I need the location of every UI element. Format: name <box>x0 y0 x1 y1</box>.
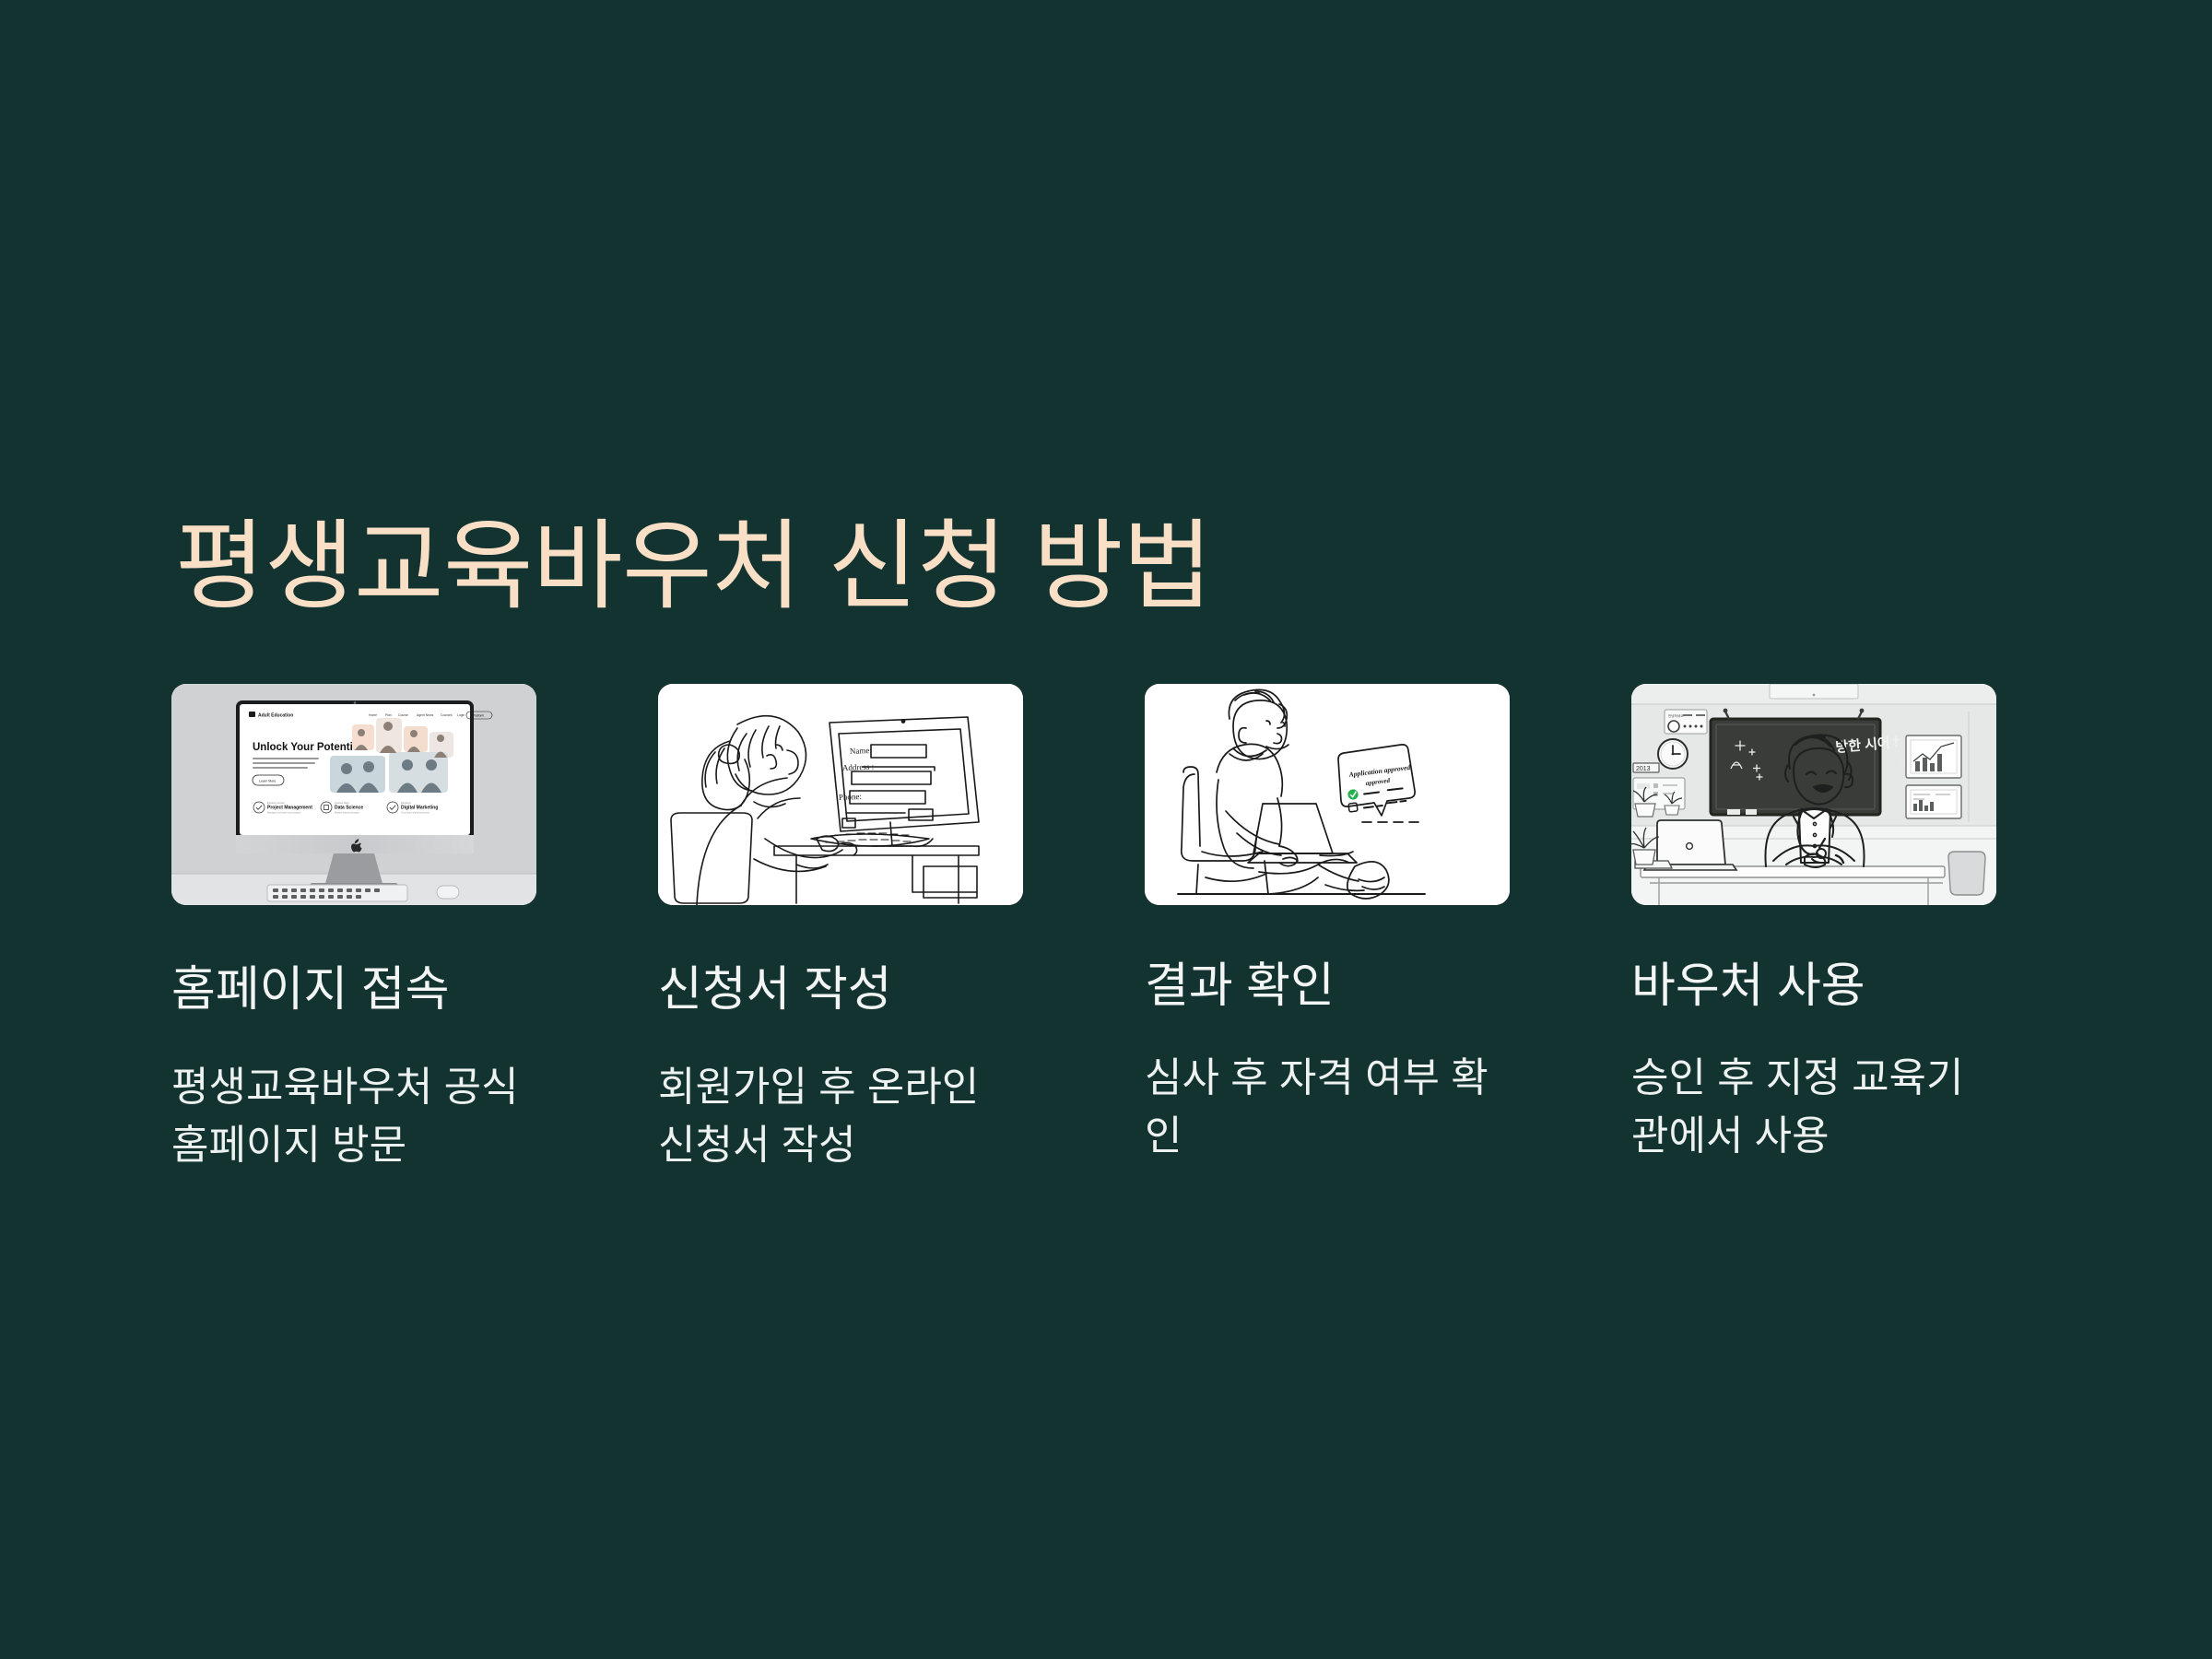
shelf-label: 2013 <box>1636 766 1651 772</box>
svg-text:Plan: Plan <box>385 713 392 717</box>
form-label-phone: Phone: <box>839 792 862 802</box>
step-card-1: Adult Education Home Plan Course Agent New… <box>171 684 536 1174</box>
svg-text:Master data techniques: Master data techniques <box>335 811 360 815</box>
svg-text:Login: Login <box>457 713 465 717</box>
step-card-4: 방한 시어 ! 안녕하세요: 2013 바우처 사용 승인 후 지정 교육기관… <box>1631 684 1996 1174</box>
steps-row: Adult Education Home Plan Course Agent New… <box>171 684 1996 1174</box>
step-1-heading: 홈페이지 접속 <box>171 963 450 1017</box>
svg-text:Digital Marketing: Digital Marketing <box>401 806 438 811</box>
form-label-address: Address : <box>842 762 875 772</box>
form-label-name: Name: <box>850 746 872 756</box>
svg-text:Learn More: Learn More <box>259 780 276 783</box>
slide-canvas: 평생교육바우처 신청 방법 Adult Education Home Plan … <box>0 0 2212 1659</box>
page-title: 평생교육바우처 신청 방법 <box>175 512 1213 622</box>
step-3-image: Application approved approved <box>1145 684 1510 905</box>
svg-text:안녕하세요 :: 안녕하세요 : <box>1668 713 1686 718</box>
svg-text:Course: Course <box>398 713 408 717</box>
step-3-heading: 결과 확인 <box>1145 959 1335 1013</box>
step-2-body: 회원가입 후 온라인 신청서 작성 <box>658 1065 980 1168</box>
svg-text:Grow your digital presence: Grow your digital presence <box>401 811 429 815</box>
svg-text:Platform: Platform <box>473 713 485 717</box>
svg-text:Manage your team and projects: Manage your team and projects <box>267 811 301 815</box>
step-2-image: Name: Address : Phone: <box>658 684 1023 905</box>
step-4-body: 승인 후 지정 교육기관에서 사용 <box>1631 1055 1964 1159</box>
svg-text:Develop: Develop <box>401 801 411 805</box>
svg-text:Data Science: Data Science <box>335 806 363 811</box>
step-card-3: Application approved approved 결과 확인 심사 후… <box>1145 684 1510 1174</box>
svg-text:Adult Education: Adult Education <box>258 713 293 719</box>
step-card-2: Name: Address : Phone: 신청서 작성 회원가입 후 온라인… <box>658 684 1023 1174</box>
svg-text:Explore course: Explore course <box>267 801 285 805</box>
step-2-heading: 신청서 작성 <box>658 963 892 1017</box>
step-4-image: 방한 시어 ! 안녕하세요: 2013 <box>1631 684 1996 905</box>
step-1-image: Adult Education Home Plan Course Agent New… <box>171 684 536 905</box>
step-1-body: 평생교육바우처 공식 홈페이지 방문 <box>171 1065 519 1168</box>
step-3-body: 심사 후 자격 여부 확인 <box>1145 1055 1488 1159</box>
svg-text:Project Management: Project Management <box>267 806 312 811</box>
svg-text:Courses: Courses <box>441 713 453 717</box>
svg-text:Unlock Your Potential: Unlock Your Potential <box>253 742 361 753</box>
svg-text:Course Start: Course Start <box>335 801 349 805</box>
svg-text:Agent News: Agent News <box>417 713 434 717</box>
step-4-heading: 바우처 사용 <box>1631 959 1865 1013</box>
svg-text:Home: Home <box>369 713 377 717</box>
